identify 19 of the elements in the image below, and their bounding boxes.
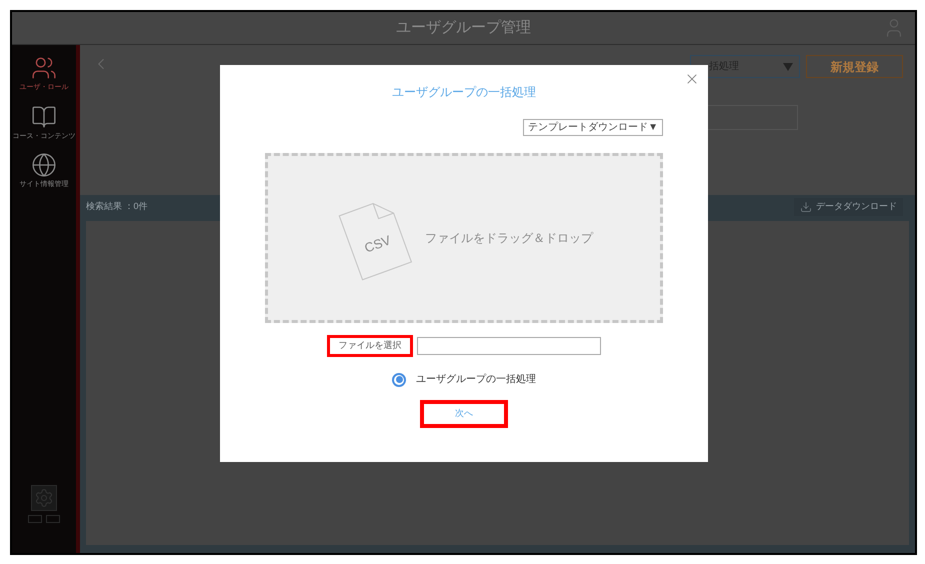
sidebar-item-icon <box>31 104 57 130</box>
template-download-dropdown[interactable]: テンプレートダウンロード▼ <box>523 119 663 136</box>
choose-file-button[interactable]: ファイルを選択 <box>327 335 413 357</box>
settings-icon[interactable] <box>31 485 57 511</box>
page-title: ユーザグループ管理 <box>396 18 531 38</box>
data-download-button[interactable]: データダウンロード <box>794 198 903 216</box>
caret-icon <box>783 62 793 70</box>
file-name-field[interactable] <box>417 337 601 355</box>
radio-button[interactable] <box>392 372 406 386</box>
new-register-button[interactable]: 新規登録 <box>806 55 903 78</box>
radio-option[interactable]: ユーザグループの一括処理 <box>392 372 536 387</box>
dialog-title: ユーザグループの一括処理 <box>392 84 536 101</box>
result-count: 検索結果 ：0件 <box>86 200 148 214</box>
sidebar-item-icon <box>31 55 57 81</box>
download-icon <box>800 201 812 213</box>
drop-hint: ファイルをドラッグ＆ドロップ <box>425 230 593 247</box>
drop-zone[interactable]: CSV ファイルをドラッグ＆ドロップ <box>265 153 663 323</box>
sidebar-item-icon <box>31 152 57 178</box>
next-button[interactable]: 次へ <box>420 400 508 428</box>
